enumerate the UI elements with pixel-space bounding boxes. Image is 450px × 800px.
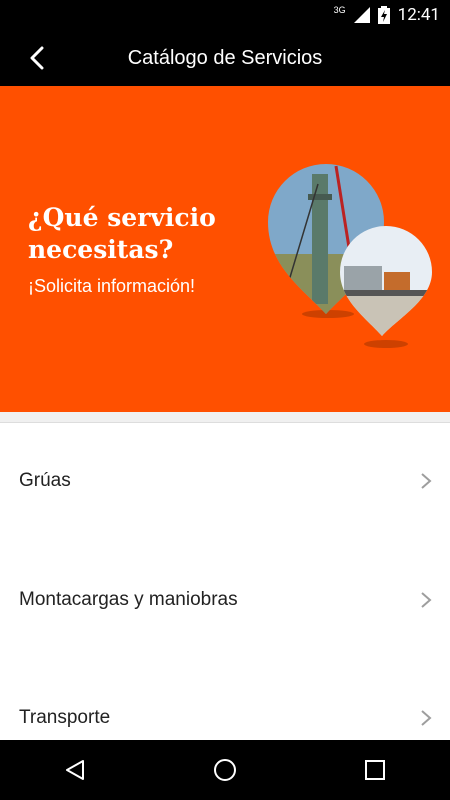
service-item-montacargas[interactable]: Montacargas y maniobras xyxy=(0,541,450,659)
back-triangle-icon xyxy=(66,760,84,780)
status-clock: 12:41 xyxy=(397,5,440,25)
service-item-label: Grúas xyxy=(19,470,71,491)
status-bar: 3G 12:41 xyxy=(0,0,450,30)
promo-banner[interactable]: ¿Qué servicio necesitas? ¡Solicita infor… xyxy=(0,86,450,412)
chevron-right-icon xyxy=(421,710,432,726)
chevron-right-icon xyxy=(421,473,432,489)
back-arrow-icon xyxy=(30,46,44,70)
service-item-label: Transporte xyxy=(19,707,111,728)
battery-icon xyxy=(377,6,390,24)
service-photos-illustration xyxy=(268,164,432,348)
page-title: Catálogo de Servicios xyxy=(127,47,323,69)
chevron-right-icon xyxy=(421,592,432,608)
nav-home-button[interactable] xyxy=(195,740,255,800)
nav-recents-button[interactable] xyxy=(345,740,405,800)
banner-subheadline: ¡Solicita información! xyxy=(28,276,196,296)
back-button[interactable] xyxy=(18,38,58,78)
banner-headline: ¿Qué servicio necesitas? xyxy=(28,203,216,264)
service-item-label: Montacargas y maniobras xyxy=(19,589,238,610)
nav-back-button[interactable] xyxy=(45,740,105,800)
network-type-label: 3G xyxy=(333,5,346,15)
system-navigation-bar xyxy=(0,740,450,800)
service-item-gruas[interactable]: Grúas xyxy=(0,422,450,540)
signal-icon xyxy=(353,7,370,23)
home-circle-icon xyxy=(214,759,236,781)
recents-square-icon xyxy=(365,760,385,780)
app-bar: Catálogo de Servicios xyxy=(0,30,450,86)
